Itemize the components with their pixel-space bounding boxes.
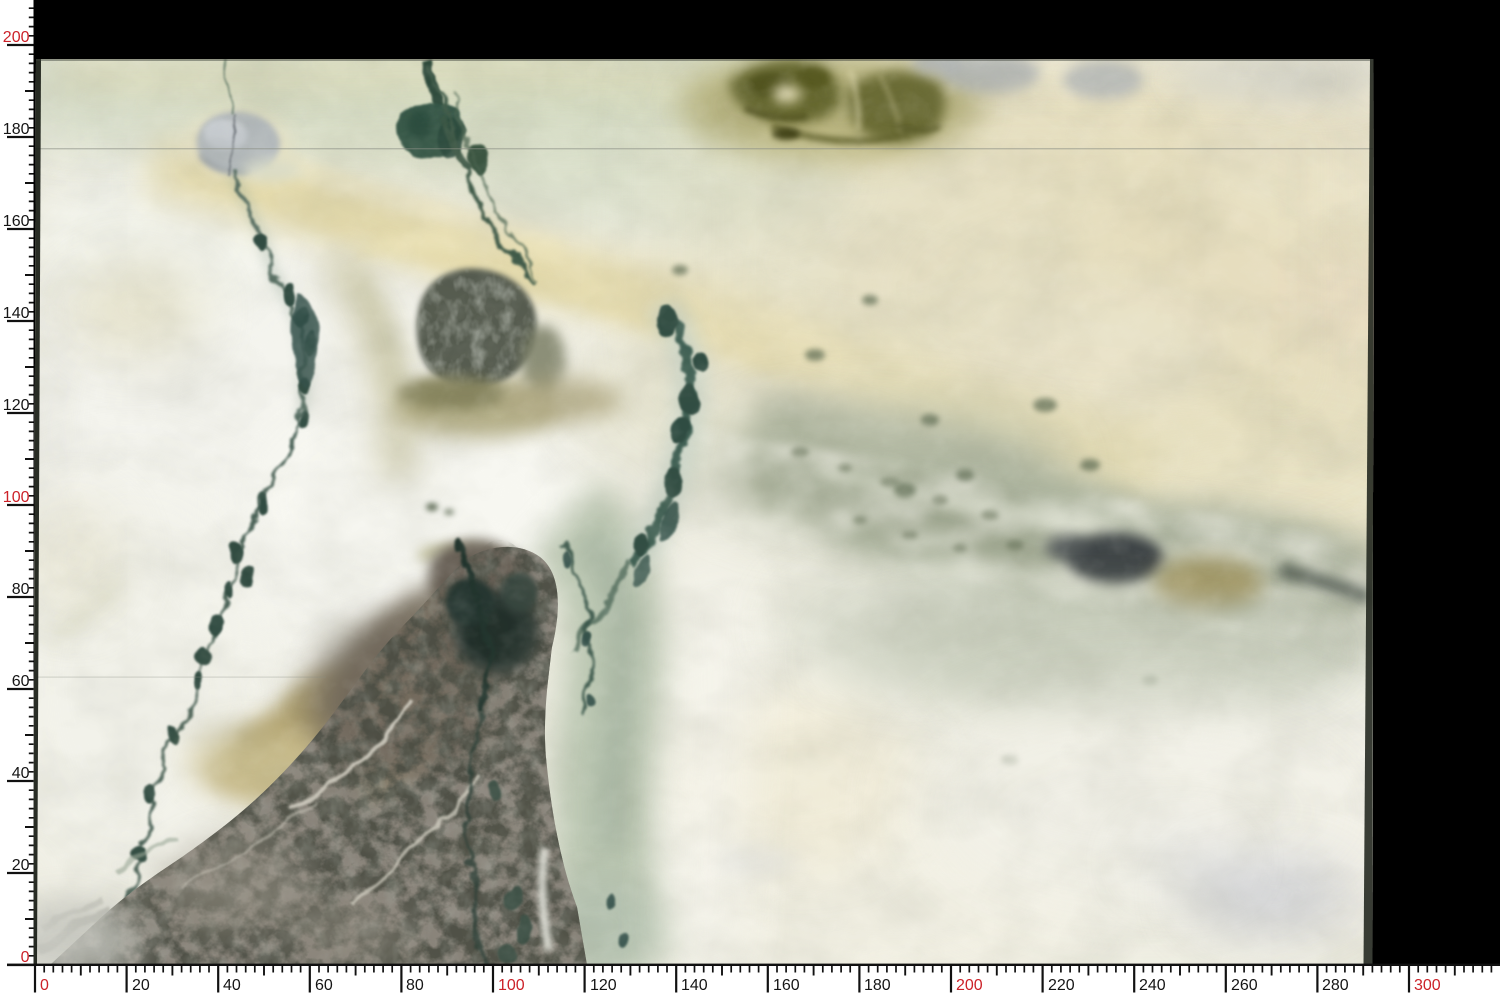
svg-text:220: 220 — [1048, 977, 1075, 994]
svg-text:40: 40 — [12, 765, 30, 782]
svg-text:80: 80 — [12, 581, 30, 598]
svg-text:0: 0 — [40, 977, 49, 994]
svg-text:180: 180 — [3, 121, 30, 138]
svg-text:140: 140 — [681, 977, 708, 994]
svg-text:200: 200 — [956, 977, 983, 994]
svg-text:180: 180 — [864, 977, 891, 994]
svg-text:280: 280 — [1322, 977, 1349, 994]
svg-text:100: 100 — [498, 977, 525, 994]
svg-text:160: 160 — [773, 977, 800, 994]
svg-text:0: 0 — [21, 949, 30, 966]
svg-text:160: 160 — [3, 213, 30, 230]
svg-text:60: 60 — [12, 673, 30, 690]
svg-text:20: 20 — [12, 857, 30, 874]
svg-text:140: 140 — [3, 305, 30, 322]
svg-text:120: 120 — [590, 977, 617, 994]
svg-text:300: 300 — [1414, 977, 1441, 994]
svg-text:20: 20 — [132, 977, 150, 994]
svg-text:80: 80 — [406, 977, 424, 994]
svg-text:260: 260 — [1231, 977, 1258, 994]
svg-text:60: 60 — [315, 977, 333, 994]
svg-text:100: 100 — [3, 489, 30, 506]
svg-text:240: 240 — [1139, 977, 1166, 994]
svg-text:200: 200 — [3, 29, 30, 46]
svg-text:40: 40 — [223, 977, 241, 994]
svg-text:120: 120 — [3, 397, 30, 414]
